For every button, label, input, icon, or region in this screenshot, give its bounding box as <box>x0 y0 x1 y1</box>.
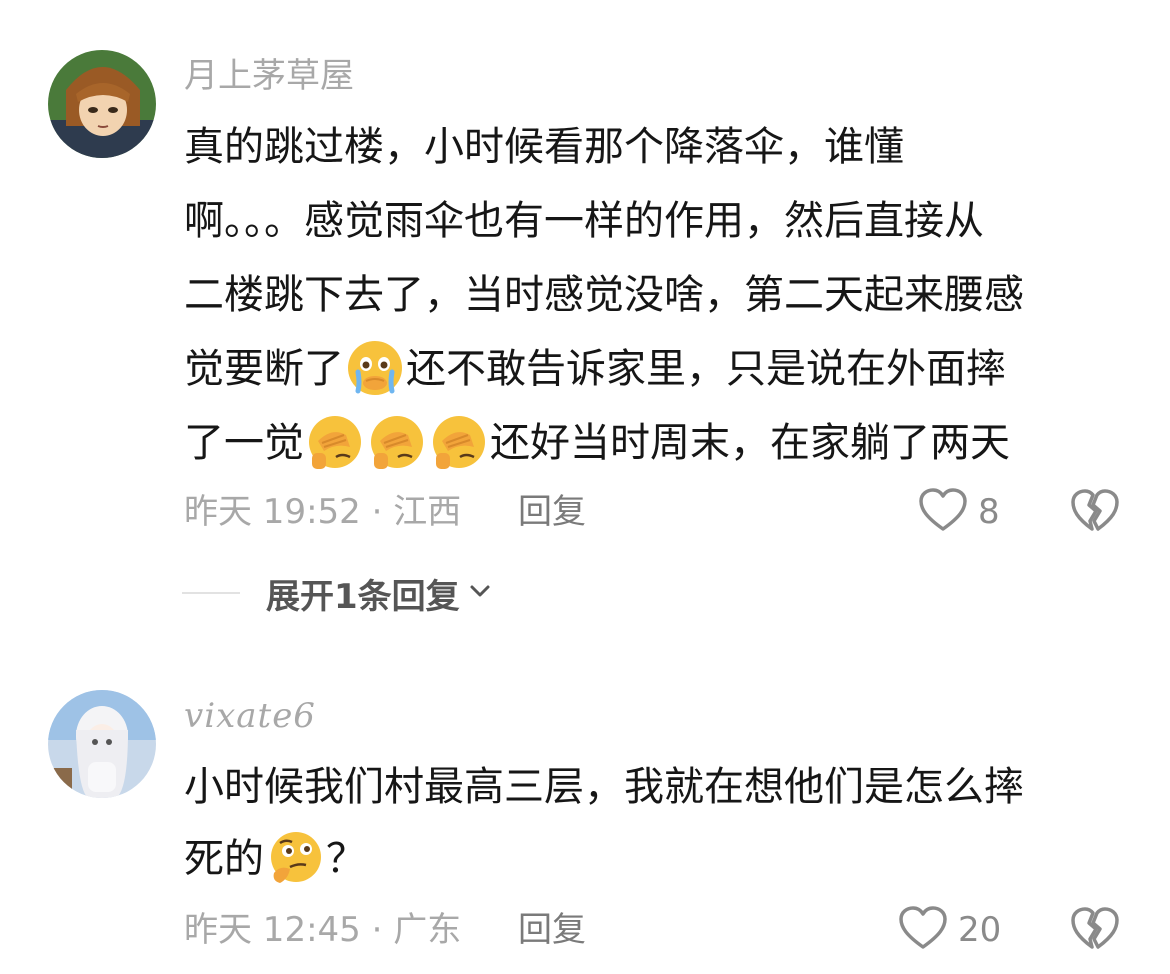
facepalm-emoji <box>368 413 426 471</box>
like-count: 20 <box>958 910 1002 950</box>
facepalm-emoji <box>430 413 488 471</box>
thinking-face-emoji <box>266 829 324 887</box>
expand-replies-label[interactable]: 展开1条回复 <box>266 569 460 618</box>
username[interactable]: 月上茅草屋 <box>184 54 354 98</box>
chevron-down-icon <box>468 583 492 603</box>
broken-heart-icon[interactable] <box>1070 905 1120 955</box>
comment-text-line: 真的跳过楼，小时候看那个降落伞，谁懂 <box>184 124 904 170</box>
comment-time-location: 昨天 19:52 · 江西 <box>184 492 462 532</box>
comment-text-line: 二楼跳下去了，当时感觉没啥，第二天起来腰感 <box>184 272 1024 318</box>
expand-replies[interactable]: 展开1条回复 <box>182 568 492 618</box>
comment-text-line: 啊。。。感觉雨伞也有一样的作用，然后直接从 <box>184 198 984 244</box>
facepalm-emoji <box>306 413 364 471</box>
comment-text-line: 觉要断了 还不敢告诉家里，只是说在外面摔 <box>184 339 1006 397</box>
comment-text-line: 小时候我们村最高三层，我就在想他们是怎么摔 <box>184 764 1024 810</box>
comment-text-line: 了一觉 还好当时周末，在家躺了两天 <box>184 416 1010 471</box>
like-button[interactable]: 20 <box>898 905 1001 955</box>
username[interactable]: vixate6 <box>184 694 316 738</box>
like-button[interactable]: 8 <box>918 487 1000 537</box>
divider <box>182 592 240 594</box>
heart-icon <box>898 905 948 955</box>
comment-text-line: 死的 ？ <box>184 832 366 887</box>
crying-face-emoji <box>346 339 404 397</box>
heart-icon <box>918 487 968 537</box>
broken-heart-icon[interactable] <box>1070 487 1120 537</box>
like-count: 8 <box>978 492 1000 532</box>
reply-button[interactable]: 回复 <box>518 490 586 534</box>
reply-button[interactable]: 回复 <box>518 908 586 952</box>
avatar[interactable] <box>48 690 156 798</box>
comment-time-location: 昨天 12:45 · 广东 <box>184 910 462 950</box>
avatar[interactable] <box>48 50 156 158</box>
